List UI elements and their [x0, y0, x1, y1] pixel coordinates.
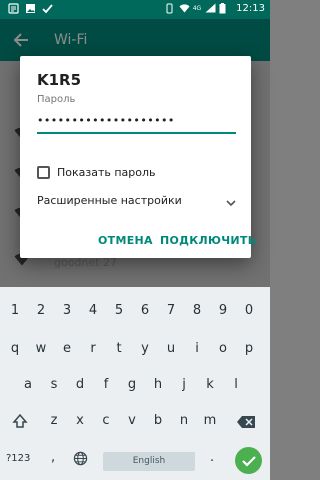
- key-f[interactable]: f: [93, 367, 119, 403]
- key-y[interactable]: y: [132, 331, 158, 367]
- key-x[interactable]: x: [67, 403, 93, 439]
- status-bar: 4G 12:13: [0, 0, 270, 19]
- wifi-password-dialog: K1R5 Пароль •••••••••••••••••••• Показат…: [20, 56, 256, 258]
- key-u[interactable]: u: [158, 331, 184, 367]
- key-i[interactable]: i: [184, 331, 210, 367]
- key-a[interactable]: a: [15, 367, 41, 403]
- key-s[interactable]: s: [41, 367, 67, 403]
- key-g[interactable]: g: [119, 367, 145, 403]
- key-7[interactable]: 7: [158, 293, 184, 329]
- keyboard-number-row: 1 2 3 4 5 6 7 8 9 0: [0, 293, 270, 329]
- key-d[interactable]: d: [67, 367, 93, 403]
- check-mark-icon: [42, 3, 53, 14]
- key-t[interactable]: t: [106, 331, 132, 367]
- cancel-button[interactable]: ОТМЕНА: [98, 234, 153, 247]
- keyboard-bottom-row: ?123 , English .: [0, 445, 270, 480]
- key-2[interactable]: 2: [28, 293, 54, 329]
- key-j[interactable]: j: [171, 367, 197, 403]
- key-m[interactable]: m: [197, 403, 223, 439]
- key-4[interactable]: 4: [80, 293, 106, 329]
- key-l[interactable]: l: [223, 367, 249, 403]
- key-w[interactable]: w: [28, 331, 54, 367]
- key-e[interactable]: e: [54, 331, 80, 367]
- network-type-label: 4G: [192, 4, 202, 12]
- key-h[interactable]: h: [145, 367, 171, 403]
- keyboard-row-3: z x c v b n m: [0, 403, 270, 439]
- key-n[interactable]: n: [171, 403, 197, 439]
- shift-icon[interactable]: [12, 413, 28, 433]
- password-field[interactable]: ••••••••••••••••••••: [37, 114, 236, 134]
- key-k[interactable]: k: [197, 367, 223, 403]
- key-z[interactable]: z: [41, 403, 67, 439]
- keyboard: 1 2 3 4 5 6 7 8 9 0 q w e r t y u i o p …: [0, 287, 270, 480]
- key-6[interactable]: 6: [132, 293, 158, 329]
- key-8[interactable]: 8: [184, 293, 210, 329]
- battery-icon: [219, 3, 229, 14]
- key-5[interactable]: 5: [106, 293, 132, 329]
- clock: 12:13: [236, 3, 265, 14]
- check-icon: [242, 456, 256, 467]
- show-password-label[interactable]: Показать пароль: [57, 166, 156, 179]
- key-0[interactable]: 0: [236, 293, 262, 329]
- scrim: [0, 19, 270, 61]
- globe-icon[interactable]: [73, 451, 88, 470]
- signal-icon: [205, 3, 216, 14]
- chevron-down-icon[interactable]: [225, 194, 237, 207]
- password-label: Пароль: [37, 94, 76, 105]
- dialog-title: K1R5: [37, 71, 82, 89]
- wifi-status-icon: [179, 3, 190, 14]
- show-password-checkbox[interactable]: [37, 166, 50, 179]
- vibrate-icon: [165, 3, 175, 14]
- keyboard-row-1: q w e r t y u i o p: [0, 331, 270, 367]
- done-key[interactable]: [235, 447, 262, 474]
- key-3[interactable]: 3: [54, 293, 80, 329]
- period-key[interactable]: .: [210, 450, 214, 465]
- comma-key[interactable]: ,: [51, 450, 55, 465]
- key-q[interactable]: q: [2, 331, 28, 367]
- key-b[interactable]: b: [145, 403, 171, 439]
- advanced-settings-label[interactable]: Расширенные настройки: [37, 194, 182, 207]
- backspace-icon[interactable]: [236, 414, 256, 433]
- key-c[interactable]: c: [93, 403, 119, 439]
- space-key[interactable]: English: [103, 452, 195, 471]
- connect-button[interactable]: ПОДКЛЮЧИТЬ: [160, 234, 256, 247]
- image-icon: [25, 3, 35, 14]
- key-9[interactable]: 9: [210, 293, 236, 329]
- key-p[interactable]: p: [236, 331, 262, 367]
- password-value: ••••••••••••••••••••: [37, 114, 175, 127]
- symbols-key[interactable]: ?123: [6, 453, 30, 464]
- key-v[interactable]: v: [119, 403, 145, 439]
- keyboard-row-2: a s d f g h j k l: [0, 367, 270, 403]
- key-r[interactable]: r: [80, 331, 106, 367]
- key-1[interactable]: 1: [2, 293, 28, 329]
- notification-icon: [8, 3, 19, 14]
- key-o[interactable]: o: [210, 331, 236, 367]
